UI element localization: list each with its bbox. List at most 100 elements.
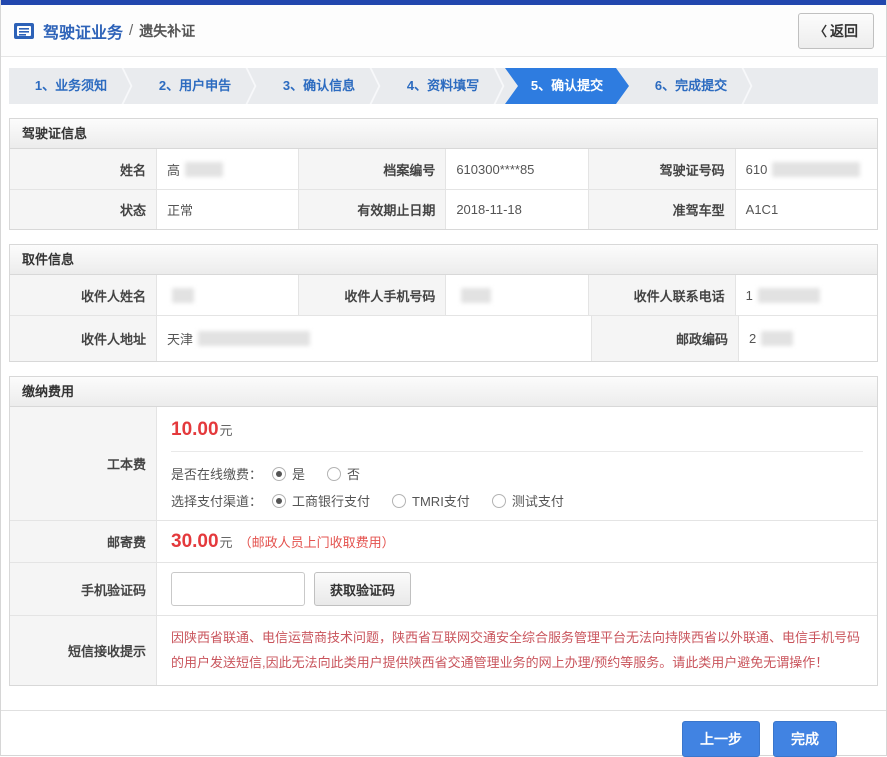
step-label: 2、用户申告 — [159, 78, 231, 93]
status-value: 正常 — [157, 190, 299, 229]
status-label: 状态 — [10, 190, 157, 229]
breadcrumb-separator: / — [129, 22, 133, 39]
fee-divider — [171, 451, 863, 452]
breadcrumb-current: 遗失补证 — [139, 21, 195, 41]
step-1-business-notice[interactable]: 1、业务须知 — [9, 68, 133, 104]
postage-fee-note: （邮政人员上门收取费用） — [239, 532, 395, 551]
recipient-phone-text: 1 — [746, 288, 753, 303]
vehicle-class-value: A1C1 — [736, 190, 877, 229]
step-separator-chevron — [492, 68, 506, 104]
radio-online-yes[interactable]: 是 — [272, 464, 305, 483]
recipient-address-text: 天津 — [167, 329, 193, 348]
radio-channel-tmri[interactable]: TMRI支付 — [392, 491, 470, 510]
online-payment-question-line: 是否在线缴费： 是 否 — [171, 464, 863, 483]
step-3-confirm-info[interactable]: 3、确认信息 — [257, 68, 381, 104]
sms-notice-text: 因陕西省联通、电信运营商技术问题，陕西省互联网交通安全综合服务管理平台无法向持陕… — [157, 616, 877, 685]
table-row: 收件人姓名 收件人手机号码 收件人联系电话 1 — [10, 275, 877, 315]
payment-panel: 缴纳费用 工本费 10.00元 是否在线缴费： 是 否 选择支付渠道： — [9, 376, 878, 686]
production-fee-label: 工本费 — [10, 407, 157, 520]
radio-channel-tmri-label: TMRI支付 — [412, 491, 470, 510]
table-row: 收件人地址 天津 邮政编码 2 — [10, 315, 877, 361]
license-info-title: 驾驶证信息 — [10, 119, 877, 149]
radio-online-no-label: 否 — [347, 464, 360, 483]
table-row: 姓名 高 档案编号 610300****85 驾驶证号码 610 — [10, 149, 877, 189]
postage-fee-unit: 元 — [220, 532, 233, 551]
recipient-address-value: 天津 — [157, 316, 592, 361]
sms-code-cell: 获取验证码 — [157, 563, 877, 615]
pickup-info-title: 取件信息 — [10, 245, 877, 275]
redacted-value — [185, 162, 223, 177]
recipient-name-label: 收件人姓名 — [10, 275, 157, 315]
radio-online-no[interactable]: 否 — [327, 464, 360, 483]
redacted-value — [761, 331, 793, 346]
step-label: 4、资料填写 — [407, 78, 479, 93]
step-label: 1、业务须知 — [35, 78, 107, 93]
radio-channel-test[interactable]: 测试支付 — [492, 491, 564, 510]
pickup-info-panel: 取件信息 收件人姓名 收件人手机号码 收件人联系电话 1 收件人地址 天津 邮政… — [9, 244, 878, 362]
postage-fee-value: 30.00元 （邮政人员上门收取费用） — [157, 521, 877, 562]
production-fee-amount: 10.00 — [171, 419, 219, 440]
radio-icon[interactable] — [272, 467, 286, 481]
postage-fee-row: 邮寄费 30.00元 （邮政人员上门收取费用） — [10, 520, 877, 562]
step-separator-chevron — [740, 68, 754, 104]
step-label: 3、确认信息 — [283, 78, 355, 93]
chevron-left-icon: 〈 — [814, 21, 827, 40]
redacted-value — [758, 288, 820, 303]
license-info-panel: 驾驶证信息 姓名 高 档案编号 610300****85 驾驶证号码 610 状… — [9, 118, 878, 230]
radio-icon[interactable] — [327, 467, 341, 481]
postcode-value: 2 — [739, 316, 877, 361]
document-list-icon — [13, 22, 35, 40]
redacted-value — [772, 162, 860, 177]
page-title: 驾驶证业务 — [43, 19, 123, 43]
vehicle-class-label: 准驾车型 — [589, 190, 736, 229]
step-separator-chevron — [368, 68, 382, 104]
radio-channel-icbc[interactable]: 工商银行支付 — [272, 491, 370, 510]
sms-notice-row: 短信接收提示 因陕西省联通、电信运营商技术问题，陕西省互联网交通安全综合服务管理… — [10, 615, 877, 685]
redacted-value — [198, 331, 310, 346]
recipient-mobile-label: 收件人手机号码 — [299, 275, 446, 315]
radio-icon[interactable] — [272, 494, 286, 508]
online-payment-question: 是否在线缴费： — [171, 464, 262, 483]
back-button-label: 返回 — [830, 21, 858, 41]
table-row: 状态 正常 有效期止日期 2018-11-18 准驾车型 A1C1 — [10, 189, 877, 229]
recipient-name-value — [157, 275, 299, 315]
production-fee-unit: 元 — [220, 423, 233, 438]
name-value: 高 — [157, 149, 299, 189]
expiry-label: 有效期止日期 — [299, 190, 446, 229]
postage-fee-amount: 30.00 — [171, 531, 219, 553]
expiry-value: 2018-11-18 — [446, 190, 588, 229]
radio-channel-icbc-label: 工商银行支付 — [292, 491, 370, 510]
back-button[interactable]: 〈 返回 — [798, 13, 874, 49]
step-label: 6、完成提交 — [655, 78, 727, 93]
name-text: 高 — [167, 160, 180, 179]
previous-step-button[interactable]: 上一步 — [682, 721, 760, 757]
recipient-address-label: 收件人地址 — [10, 316, 157, 361]
page-header: 驾驶证业务 / 遗失补证 〈 返回 — [1, 5, 886, 57]
recipient-phone-value: 1 — [736, 275, 877, 315]
get-sms-code-button[interactable]: 获取验证码 — [314, 572, 411, 606]
step-2-user-declaration[interactable]: 2、用户申告 — [133, 68, 257, 104]
production-fee-row: 工本费 10.00元 是否在线缴费： 是 否 选择支付渠道： — [10, 407, 877, 520]
postcode-label: 邮政编码 — [592, 316, 739, 361]
sms-code-input[interactable] — [171, 572, 305, 606]
sms-code-row: 手机验证码 获取验证码 — [10, 562, 877, 615]
file-number-value: 610300****85 — [446, 149, 588, 189]
production-fee-amount-line: 10.00元 — [171, 419, 863, 441]
step-5-confirm-submit[interactable]: 5、确认提交 — [505, 68, 629, 104]
step-4-fill-data[interactable]: 4、资料填写 — [381, 68, 505, 104]
step-separator-chevron — [120, 68, 134, 104]
sms-notice-label: 短信接收提示 — [10, 616, 157, 685]
radio-icon[interactable] — [492, 494, 506, 508]
step-6-finish-submit[interactable]: 6、完成提交 — [629, 68, 753, 104]
payment-channel-question: 选择支付渠道： — [171, 491, 262, 510]
production-fee-value: 10.00元 是否在线缴费： 是 否 选择支付渠道： 工商银行支付 — [157, 407, 877, 520]
sms-code-label: 手机验证码 — [10, 563, 157, 615]
finish-button[interactable]: 完成 — [773, 721, 837, 757]
step-label: 5、确认提交 — [531, 78, 603, 93]
radio-icon[interactable] — [392, 494, 406, 508]
recipient-phone-label: 收件人联系电话 — [589, 275, 736, 315]
step-separator-chevron — [244, 68, 258, 104]
step-progress-bar: 1、业务须知 2、用户申告 3、确认信息 4、资料填写 5、确认提交 6、完成提… — [9, 68, 878, 104]
name-label: 姓名 — [10, 149, 157, 189]
license-number-value: 610 — [736, 149, 877, 189]
